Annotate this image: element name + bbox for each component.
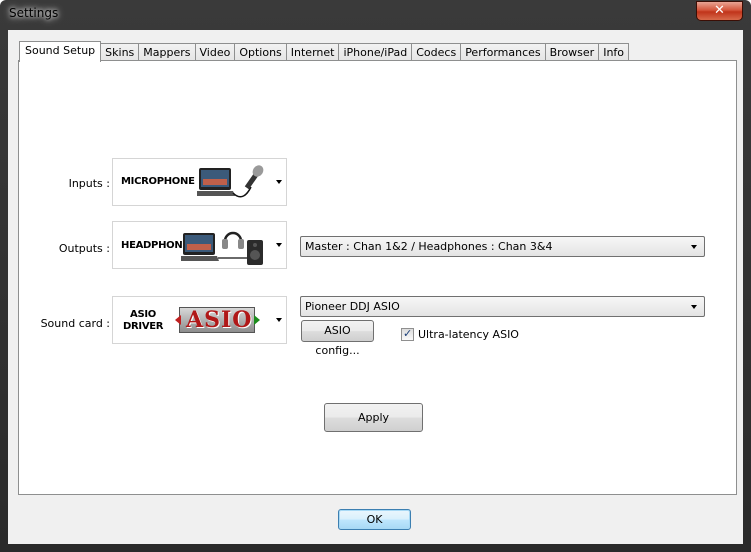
sound-setup-panel: Inputs : MICROPHONE Outputs : HEADPHONES: [18, 60, 737, 495]
chevron-down-icon: [276, 318, 282, 322]
asio-caption-line1: ASIO: [130, 309, 156, 320]
apply-button[interactable]: Apply: [324, 403, 423, 432]
asio-logo-text: ASIO: [186, 307, 253, 333]
ultra-latency-checkbox[interactable]: ✓: [401, 327, 414, 341]
tab-strip: Sound Setup Skins Mappers Video Options …: [19, 41, 630, 62]
ok-button[interactable]: OK: [338, 509, 411, 530]
sound-card-select[interactable]: Pioneer DDJ ASIO: [300, 296, 705, 317]
microphone-caption: MICROPHONE: [121, 176, 195, 187]
outputs-label: Outputs :: [58, 242, 110, 255]
window-title: Settings: [9, 6, 59, 20]
outputs-combo[interactable]: HEADPHONES: [112, 221, 287, 269]
inputs-combo[interactable]: MICROPHONE: [112, 158, 287, 206]
output-routing-value: Master : Chan 1&2 / Headphones : Chan 3&…: [305, 240, 553, 253]
settings-window: Settings ✕ Sound Setup Skins Mappers Vid…: [0, 0, 751, 552]
close-button[interactable]: ✕: [696, 1, 743, 21]
laptop-microphone-icon: [197, 165, 264, 198]
chevron-down-icon: [691, 244, 697, 249]
close-icon: ✕: [714, 3, 725, 18]
sound-card-label: Sound card :: [40, 317, 110, 330]
inputs-label: Inputs :: [68, 177, 110, 190]
ultra-latency-label: Ultra-latency ASIO: [418, 328, 519, 341]
asio-logo: ASIO: [175, 307, 260, 333]
sound-card-value: Pioneer DDJ ASIO: [305, 300, 400, 313]
chevron-down-icon: [276, 243, 282, 247]
client-area: Sound Setup Skins Mappers Video Options …: [8, 30, 743, 544]
asio-caption-line2: DRIVER: [123, 321, 164, 332]
output-routing-select[interactable]: Master : Chan 1&2 / Headphones : Chan 3&…: [300, 236, 705, 257]
sound-card-combo[interactable]: ASIO DRIVER ASIO: [112, 296, 287, 344]
checkmark-icon: ✓: [403, 327, 413, 340]
arrow-left-icon: [175, 315, 181, 325]
title-bar[interactable]: Settings ✕: [0, 0, 751, 28]
chevron-down-icon: [691, 304, 697, 309]
chevron-down-icon: [276, 180, 282, 184]
tab-sound-setup[interactable]: Sound Setup: [19, 41, 102, 62]
arrow-right-icon: [254, 315, 260, 325]
asio-config-button[interactable]: ASIO config...: [301, 320, 374, 357]
laptop-headphones-speaker-icon: [181, 231, 263, 265]
